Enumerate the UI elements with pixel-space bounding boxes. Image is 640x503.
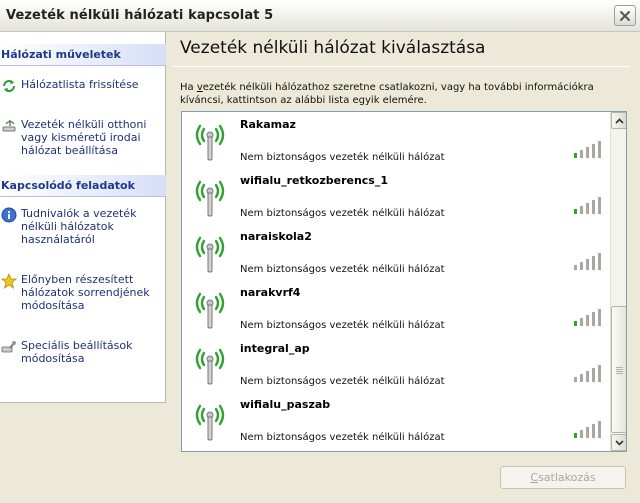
signal-strength-icon (574, 421, 601, 438)
network-tasks-section: Hálózati műveletek Hálózatlista frissíté… (0, 44, 166, 157)
network-security: Nem biztonságos vezeték nélküli hálózat (240, 376, 445, 387)
connect-label-accelerator: C (530, 471, 539, 484)
network-security: Nem biztonságos vezeték nélküli hálózat (240, 264, 445, 275)
page-title: Vezeték nélküli hálózat kiválasztása (180, 38, 486, 58)
network-list[interactable]: Rakamaz Nem biztonságos vezeték nélküli … (181, 111, 627, 452)
network-ssid: Rakamaz (240, 118, 296, 131)
task-label: Előnyben részesített hálózatok sorrendjé… (21, 273, 150, 312)
signal-strength-icon (574, 141, 601, 158)
task-pane: Hálózati műveletek Hálózatlista frissíté… (0, 32, 166, 403)
connect-label-post: satlakozás (538, 471, 596, 484)
wireless-network-icon (195, 124, 225, 161)
network-ssid: integral_ap (240, 342, 310, 355)
scroll-up-button[interactable] (611, 112, 626, 129)
wireless-network-icon (195, 404, 225, 441)
wireless-info-task[interactable]: Tudnivalók a vezeték nélküli hálózatok h… (0, 207, 166, 246)
description-post: ezeték nélküli hálózathoz szeretne csatl… (180, 82, 594, 106)
wireless-setup-task[interactable]: Vezeték nélküli otthoni vagy kisméretű i… (0, 118, 166, 160)
refresh-network-list-task[interactable]: Hálózatlista frissítése (0, 78, 166, 94)
wireless-network-icon (195, 292, 225, 329)
grip-line (616, 367, 623, 368)
preferred-networks-task[interactable]: Előnyben részesített hálózatok sorrendjé… (0, 273, 166, 315)
close-button[interactable] (614, 5, 636, 26)
wireless-setup-icon (2, 120, 16, 132)
chevron-down-icon (614, 439, 624, 446)
connect-button[interactable]: Csatlakozás (500, 466, 626, 489)
heading-divider (172, 66, 630, 67)
network-security: Nem biztonságos vezeték nélküli hálózat (240, 208, 445, 219)
signal-strength-icon (574, 253, 601, 270)
network-ssid: narakvrf4 (240, 286, 301, 299)
wireless-network-icon (195, 180, 225, 217)
window-title: Vezeték nélküli hálózati kapcsolat 5 (6, 8, 274, 23)
scroll-thumb[interactable] (611, 306, 626, 433)
signal-strength-icon (574, 365, 601, 382)
wireless-network-icon (195, 236, 225, 273)
info-icon (1, 207, 17, 223)
network-security: Nem biztonságos vezeték nélküli hálózat (240, 320, 445, 331)
network-ssid: naraiskola2 (240, 230, 312, 243)
description-text: Ha vezeték nélküli hálózathoz szeretne c… (180, 81, 620, 107)
vertical-scrollbar[interactable] (610, 112, 626, 451)
close-icon (620, 10, 630, 21)
task-label: Speciális beállítások módosítása (21, 339, 133, 365)
advanced-settings-task[interactable]: Speciális beállítások módosítása (0, 339, 166, 369)
grip-line (616, 371, 623, 372)
network-list-item[interactable]: narakvrf4 Nem biztonságos vezeték nélkül… (182, 280, 610, 336)
refresh-icon (3, 80, 15, 92)
network-ssid: wifialu_retkozberencs_1 (240, 174, 389, 187)
network-tasks-header: Hálózati műveletek (0, 44, 166, 66)
signal-strength-icon (574, 309, 601, 326)
related-tasks-section: Kapcsolódó feladatok Tudnivalók a vezeté… (0, 175, 166, 365)
network-list-item[interactable]: wifialu_retkozberencs_1 Nem biztonságos … (182, 168, 610, 224)
wireless-connection-window: Vezeték nélküli hálózati kapcsolat 5 Hál… (0, 0, 640, 503)
task-label: Vezeték nélküli otthoni vagy kisméretű i… (21, 118, 147, 157)
network-security: Nem biztonságos vezeték nélküli hálózat (240, 152, 445, 163)
title-bar[interactable]: Vezeték nélküli hálózati kapcsolat 5 (0, 0, 640, 32)
settings-icon (1, 341, 16, 353)
network-list-item[interactable]: wifialu_paszab Nem biztonságos vezeték n… (182, 392, 610, 448)
network-ssid: wifialu_paszab (240, 398, 331, 411)
chevron-up-icon (614, 117, 624, 124)
grip-line (616, 369, 623, 370)
task-label: Tudnivalók a vezeték nélküli hálózatok h… (21, 207, 137, 246)
wireless-network-icon (195, 348, 225, 385)
grip-line (616, 373, 623, 374)
related-tasks-header: Kapcsolódó feladatok (0, 175, 166, 197)
network-security: Nem biztonságos vezeték nélküli hálózat (240, 432, 445, 443)
star-icon (1, 273, 17, 289)
network-list-item[interactable]: integral_ap Nem biztonságos vezeték nélk… (182, 336, 610, 392)
network-list-item[interactable]: naraiskola2 Nem biztonságos vezeték nélk… (182, 224, 610, 280)
task-label: Hálózatlista frissítése (21, 78, 139, 91)
scroll-down-button[interactable] (611, 434, 626, 451)
network-list-item[interactable]: Rakamaz Nem biztonságos vezeték nélküli … (182, 112, 610, 168)
description-pre: Ha (180, 82, 197, 93)
signal-strength-icon (574, 197, 601, 214)
